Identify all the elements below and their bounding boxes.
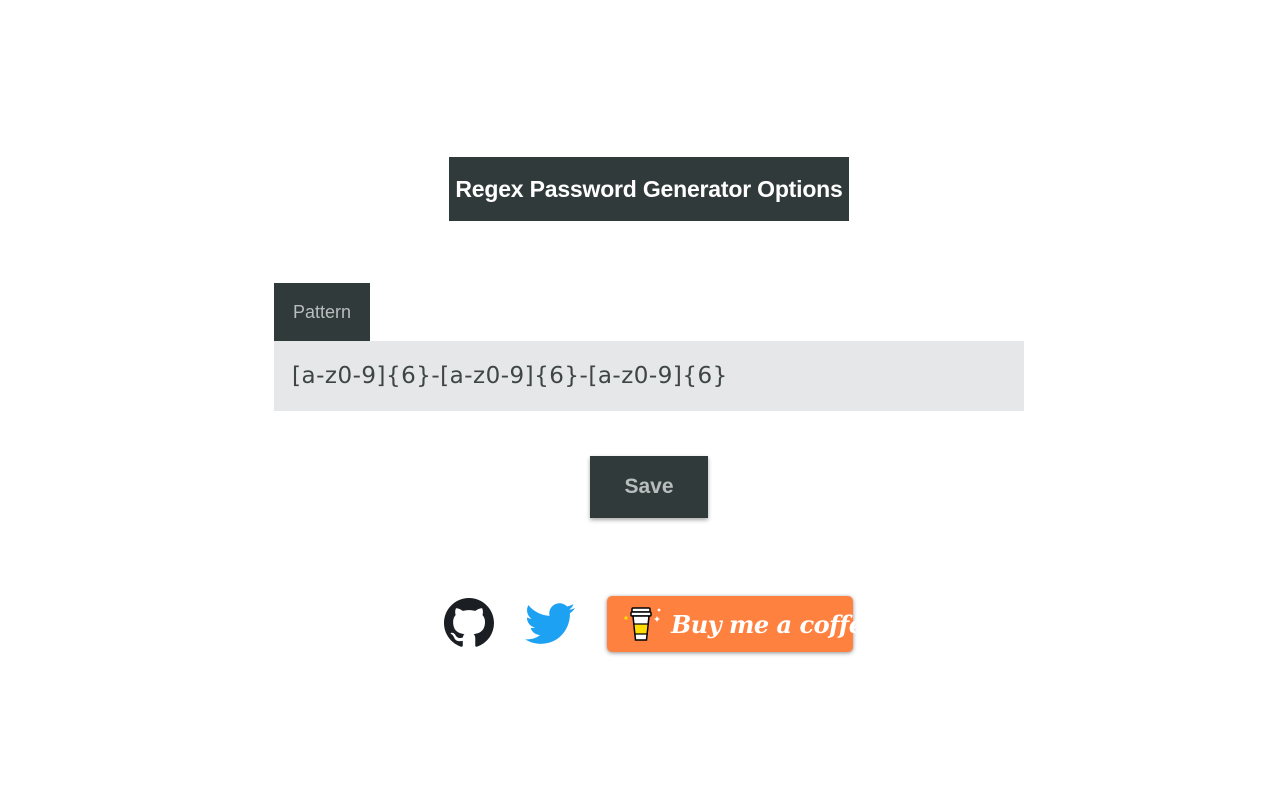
github-icon — [444, 598, 494, 647]
pattern-label: Pattern — [274, 283, 370, 341]
page-title: Regex Password Generator Options — [449, 157, 849, 221]
pattern-input[interactable] — [274, 341, 1024, 411]
save-button[interactable]: Save — [590, 456, 708, 518]
github-link[interactable] — [444, 598, 494, 648]
coffee-cup-icon — [624, 607, 661, 641]
twitter-link[interactable] — [524, 602, 575, 646]
options-page: Regex Password Generator Options Pattern… — [0, 0, 1280, 800]
twitter-icon — [524, 603, 575, 644]
buy-me-a-coffee-button[interactable]: Buy me a coffee — [607, 596, 879, 652]
buy-me-a-coffee-label: Buy me a coffee — [671, 609, 879, 639]
